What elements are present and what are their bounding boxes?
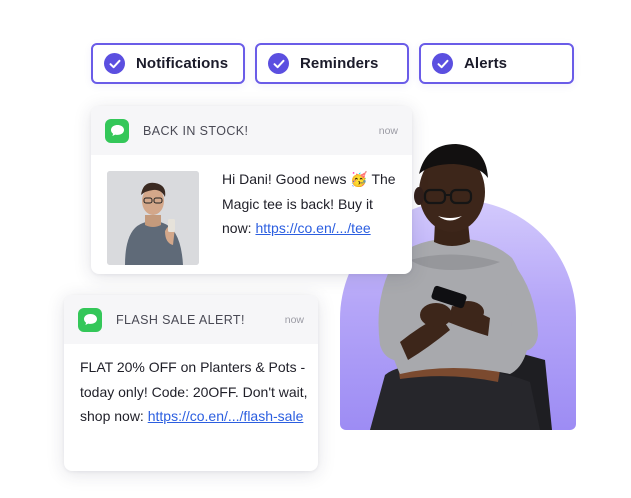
flash-sale-link[interactable]: https://co.en/.../flash-sale — [148, 408, 304, 424]
reminders-pill[interactable]: Reminders — [255, 43, 409, 84]
notification-title: BACK IN STOCK! — [143, 123, 249, 138]
notification-header: FLASH SALE ALERT! now — [64, 295, 318, 344]
notification-header: BACK IN STOCK! now — [91, 106, 412, 155]
pill-label: Notifications — [136, 55, 229, 72]
notification-title: FLASH SALE ALERT! — [116, 312, 245, 327]
messages-app-icon — [105, 118, 129, 143]
pill-label: Reminders — [300, 55, 379, 72]
pill-label: Alerts — [464, 55, 508, 72]
tee-product-link[interactable]: https://co.en/.../tee — [255, 220, 370, 236]
notification-time: now — [284, 313, 304, 326]
check-circle-icon — [268, 53, 289, 74]
notifications-pill[interactable]: Notifications — [91, 43, 245, 84]
notification-message: Hi Dani! Good news 🥳 The Magic tee is ba… — [222, 167, 402, 241]
back-in-stock-notification[interactable]: BACK IN STOCK! now Hi Dani! Good news 🥳 … — [91, 106, 412, 274]
messages-app-icon — [78, 307, 102, 332]
check-circle-icon — [432, 53, 453, 74]
notification-time: now — [378, 124, 398, 137]
check-circle-icon — [104, 53, 125, 74]
flash-sale-notification[interactable]: FLASH SALE ALERT! now FLAT 20% OFF on Pl… — [64, 295, 318, 471]
alerts-pill[interactable]: Alerts — [419, 43, 574, 84]
notification-message: FLAT 20% OFF on Planters & Pots - today … — [80, 355, 310, 429]
product-photo — [107, 171, 199, 265]
